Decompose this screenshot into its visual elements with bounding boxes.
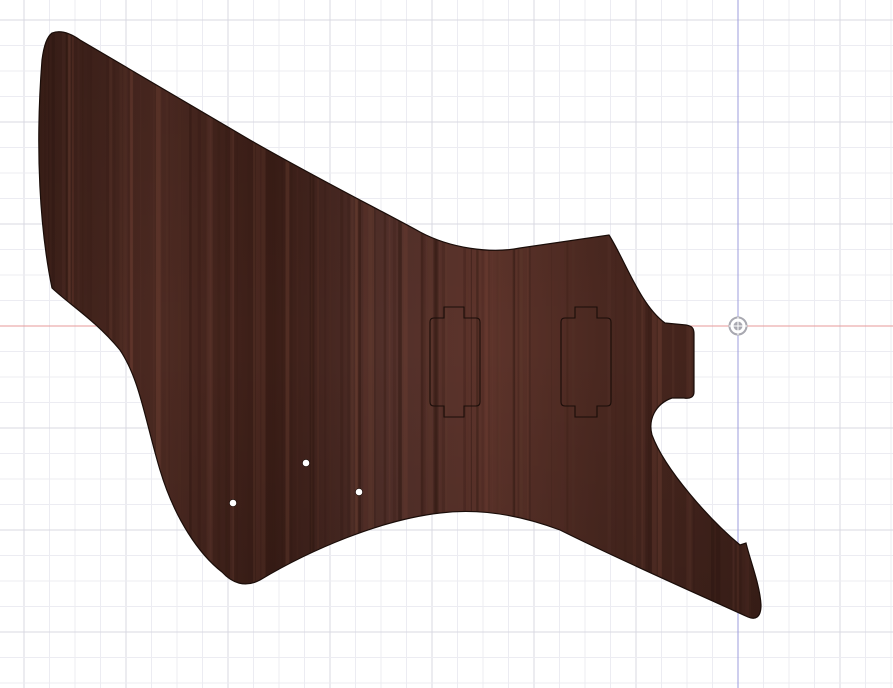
- body-shading: [38, 31, 761, 619]
- control-hole[interactable]: [229, 499, 237, 507]
- control-hole[interactable]: [302, 459, 310, 467]
- grain-streak: [30, 0, 33, 688]
- guitar-body-plate[interactable]: [0, 0, 893, 688]
- scene-canvas[interactable]: [0, 0, 893, 688]
- origin-target-icon[interactable]: [728, 316, 748, 336]
- grain-streak: [33, 0, 38, 688]
- cad-viewport[interactable]: [0, 0, 893, 688]
- control-hole[interactable]: [355, 488, 363, 496]
